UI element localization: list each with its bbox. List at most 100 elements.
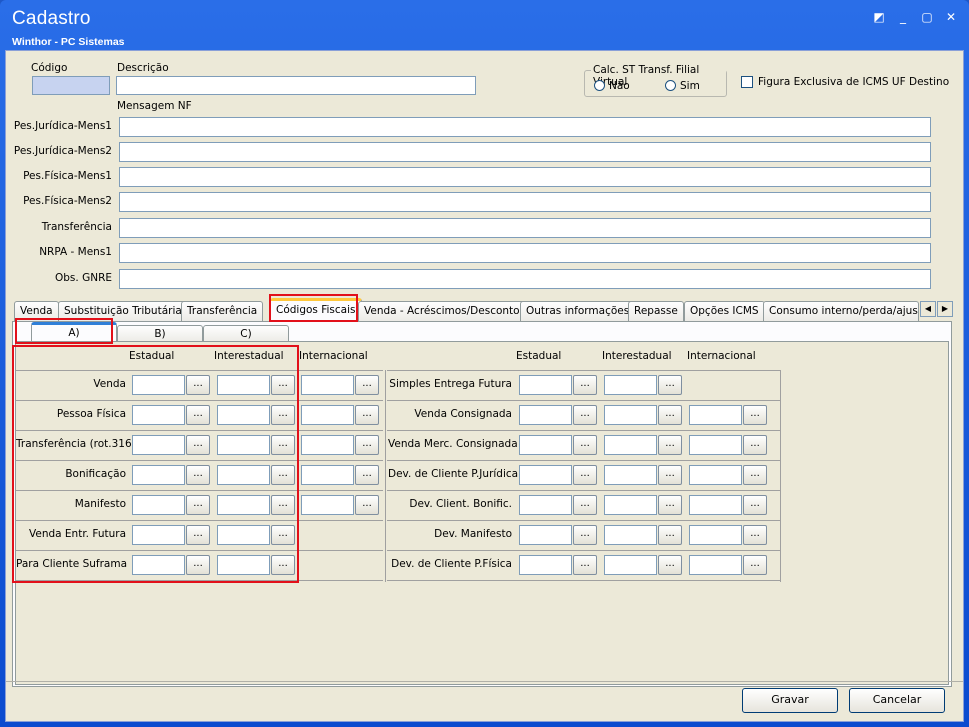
maximize-icon[interactable]: ▢ [919,9,935,25]
cfop-field[interactable] [604,375,657,395]
lookup-button[interactable]: ... [355,435,379,455]
subtab-c[interactable]: C) [203,325,289,342]
tab-scroll-left-icon[interactable]: ◀ [920,301,936,317]
tab-opcoes-icms[interactable]: Opções ICMS [684,301,765,321]
lookup-button[interactable]: ... [271,555,295,575]
lookup-button[interactable]: ... [743,405,767,425]
lookup-button[interactable]: ... [186,465,210,485]
lookup-button[interactable]: ... [658,375,682,395]
close-icon[interactable]: ✕ [943,9,959,25]
cfop-field[interactable] [132,495,185,515]
codigo-input[interactable] [32,76,110,95]
lookup-button[interactable]: ... [658,405,682,425]
radio-nao-label[interactable]: Não [609,80,630,92]
title-bar[interactable]: Cadastro Winthor - PC Sistemas ◩ _ ▢ ✕ [0,0,969,50]
cfop-field[interactable] [519,375,572,395]
figura-checkbox[interactable] [741,76,753,88]
lookup-button[interactable]: ... [186,495,210,515]
cfop-field[interactable] [217,405,270,425]
mensagem-input[interactable] [119,142,931,162]
radio-sim-label[interactable]: Sim [680,80,700,92]
figura-checkbox-label[interactable]: Figura Exclusiva de ICMS UF Destino [758,76,949,88]
lookup-button[interactable]: ... [186,435,210,455]
cfop-field[interactable] [689,495,742,515]
cfop-field[interactable] [301,435,354,455]
cfop-field[interactable] [217,435,270,455]
cfop-field[interactable] [217,555,270,575]
restore-icon[interactable]: ◩ [871,9,887,25]
cancelar-button[interactable]: Cancelar [849,688,945,713]
cfop-field[interactable] [604,465,657,485]
cfop-field[interactable] [132,375,185,395]
lookup-button[interactable]: ... [573,555,597,575]
cfop-field[interactable] [519,555,572,575]
subtab-a[interactable]: A) [31,322,117,342]
tab-substituicao-tributaria[interactable]: Substituição Tributária [58,301,188,321]
lookup-button[interactable]: ... [743,525,767,545]
lookup-button[interactable]: ... [658,495,682,515]
tab-transferencia[interactable]: Transferência [181,301,264,321]
cfop-field[interactable] [689,465,742,485]
cfop-field[interactable] [604,555,657,575]
cfop-field[interactable] [301,465,354,485]
tab-repasse[interactable]: Repasse [628,301,684,321]
cfop-field[interactable] [301,495,354,515]
cfop-field[interactable] [132,405,185,425]
mensagem-input[interactable] [119,269,931,289]
lookup-button[interactable]: ... [271,495,295,515]
cfop-field[interactable] [519,435,572,455]
cfop-field[interactable] [689,435,742,455]
tab-outras-informacoes[interactable]: Outras informações [520,301,636,321]
lookup-button[interactable]: ... [186,525,210,545]
lookup-button[interactable]: ... [658,435,682,455]
cfop-field[interactable] [519,525,572,545]
mensagem-input[interactable] [119,218,931,238]
tab-scroll-right-icon[interactable]: ▶ [937,301,953,317]
lookup-button[interactable]: ... [355,375,379,395]
lookup-button[interactable]: ... [743,465,767,485]
cfop-field[interactable] [301,375,354,395]
cfop-field[interactable] [604,495,657,515]
mensagem-input[interactable] [119,117,931,137]
cfop-field[interactable] [132,555,185,575]
cfop-field[interactable] [604,525,657,545]
lookup-button[interactable]: ... [573,405,597,425]
lookup-button[interactable]: ... [573,465,597,485]
lookup-button[interactable]: ... [573,435,597,455]
gravar-button[interactable]: Gravar [742,688,838,713]
lookup-button[interactable]: ... [271,405,295,425]
descricao-input[interactable] [116,76,476,95]
cfop-field[interactable] [689,555,742,575]
tab-consumo-interno[interactable]: Consumo interno/perda/ajust [763,301,919,321]
lookup-button[interactable]: ... [271,435,295,455]
cfop-field[interactable] [217,375,270,395]
lookup-button[interactable]: ... [355,495,379,515]
lookup-button[interactable]: ... [743,495,767,515]
lookup-button[interactable]: ... [573,375,597,395]
cfop-field[interactable] [604,405,657,425]
tab-venda-acrescimos[interactable]: Venda - Acréscimos/Descontos [358,301,532,321]
cfop-field[interactable] [217,495,270,515]
tab-venda[interactable]: Venda [14,301,59,321]
lookup-button[interactable]: ... [271,525,295,545]
cfop-field[interactable] [689,525,742,545]
cfop-field[interactable] [519,405,572,425]
minimize-icon[interactable]: _ [895,9,911,25]
lookup-button[interactable]: ... [355,465,379,485]
cfop-field[interactable] [301,405,354,425]
lookup-button[interactable]: ... [658,555,682,575]
lookup-button[interactable]: ... [658,465,682,485]
lookup-button[interactable]: ... [186,375,210,395]
lookup-button[interactable]: ... [271,465,295,485]
cfop-field[interactable] [689,405,742,425]
lookup-button[interactable]: ... [186,405,210,425]
subtab-b[interactable]: B) [117,325,203,342]
radio-sim[interactable] [665,80,676,91]
lookup-button[interactable]: ... [186,555,210,575]
lookup-button[interactable]: ... [573,495,597,515]
cfop-field[interactable] [519,495,572,515]
radio-nao[interactable] [594,80,605,91]
mensagem-input[interactable] [119,243,931,263]
mensagem-input[interactable] [119,192,931,212]
tab-codigos-fiscais[interactable]: Códigos Fiscais [270,298,362,322]
